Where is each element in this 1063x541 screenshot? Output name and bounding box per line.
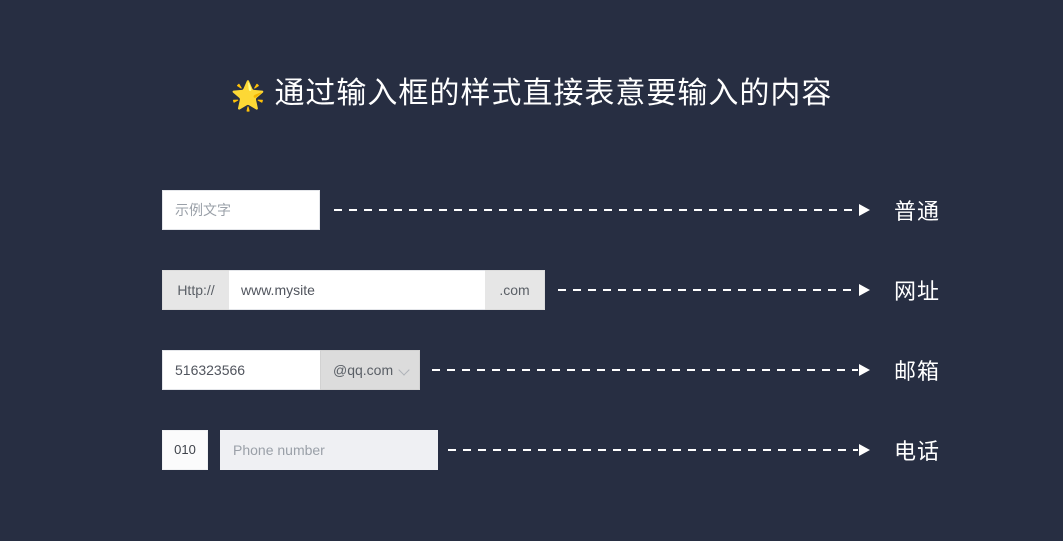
page-title-text: 通过输入框的样式直接表意要输入的内容 <box>274 77 833 110</box>
row-label-email: 邮箱 <box>894 359 941 384</box>
field-group-phone: 010 Phone number <box>162 410 438 490</box>
row-label-phone: 电话 <box>894 439 941 464</box>
url-text-input[interactable]: www.mysite <box>229 270 485 310</box>
phone-group-gap <box>208 430 220 470</box>
example-row-url: Http:// www.mysite .com 网址 <box>0 250 1063 330</box>
phone-area-code-box[interactable]: 010 <box>162 430 208 470</box>
field-group-email: 516323566 @qq.com <box>162 330 420 410</box>
email-input-group: 516323566 @qq.com <box>162 350 420 390</box>
email-account-input[interactable]: 516323566 <box>162 350 320 390</box>
connector-phone <box>448 410 870 490</box>
email-domain-select-value: @qq.com <box>333 362 394 378</box>
dashed-line <box>448 449 858 451</box>
glowing-star-icon: 🌟 <box>230 80 267 111</box>
url-text-input-value: www.mysite <box>241 282 315 298</box>
connector-email <box>432 330 870 410</box>
url-input-group: Http:// www.mysite .com <box>162 270 545 310</box>
url-protocol-addon: Http:// <box>162 270 229 310</box>
connector-url <box>558 250 870 330</box>
plain-text-input[interactable]: 示例文字 <box>162 190 320 230</box>
row-label-url: 网址 <box>894 279 941 304</box>
field-group-url: Http:// www.mysite .com <box>162 250 545 330</box>
chevron-down-icon <box>399 365 410 376</box>
connector-plain <box>334 170 870 250</box>
example-row-plain: 示例文字 普通 <box>0 170 1063 250</box>
phone-number-input[interactable]: Phone number <box>220 430 438 470</box>
url-tld-addon: .com <box>485 270 545 310</box>
dashed-line <box>432 369 858 371</box>
page-title: 🌟 通过输入框的样式直接表意要输入的内容 <box>0 72 1063 118</box>
phone-number-input-placeholder: Phone number <box>233 442 325 458</box>
email-account-input-value: 516323566 <box>175 362 246 378</box>
arrow-head-icon <box>859 204 870 216</box>
example-row-email: 516323566 @qq.com 邮箱 <box>0 330 1063 410</box>
phone-input-group: 010 Phone number <box>162 430 438 470</box>
email-domain-select[interactable]: @qq.com <box>320 350 420 390</box>
dashed-line <box>334 209 858 211</box>
arrow-head-icon <box>859 364 870 376</box>
arrow-head-icon <box>859 444 870 456</box>
dashed-line <box>558 289 858 291</box>
slide-canvas: 🌟 通过输入框的样式直接表意要输入的内容 示例文字 普通 Http:// www… <box>0 0 1063 541</box>
input-examples-list: 示例文字 普通 Http:// www.mysite .com 网址 51632… <box>0 170 1063 490</box>
row-label-plain: 普通 <box>894 199 941 224</box>
example-row-phone: 010 Phone number 电话 <box>0 410 1063 490</box>
arrow-head-icon <box>859 284 870 296</box>
plain-text-input-placeholder: 示例文字 <box>175 202 231 218</box>
field-group-plain: 示例文字 <box>162 170 320 250</box>
